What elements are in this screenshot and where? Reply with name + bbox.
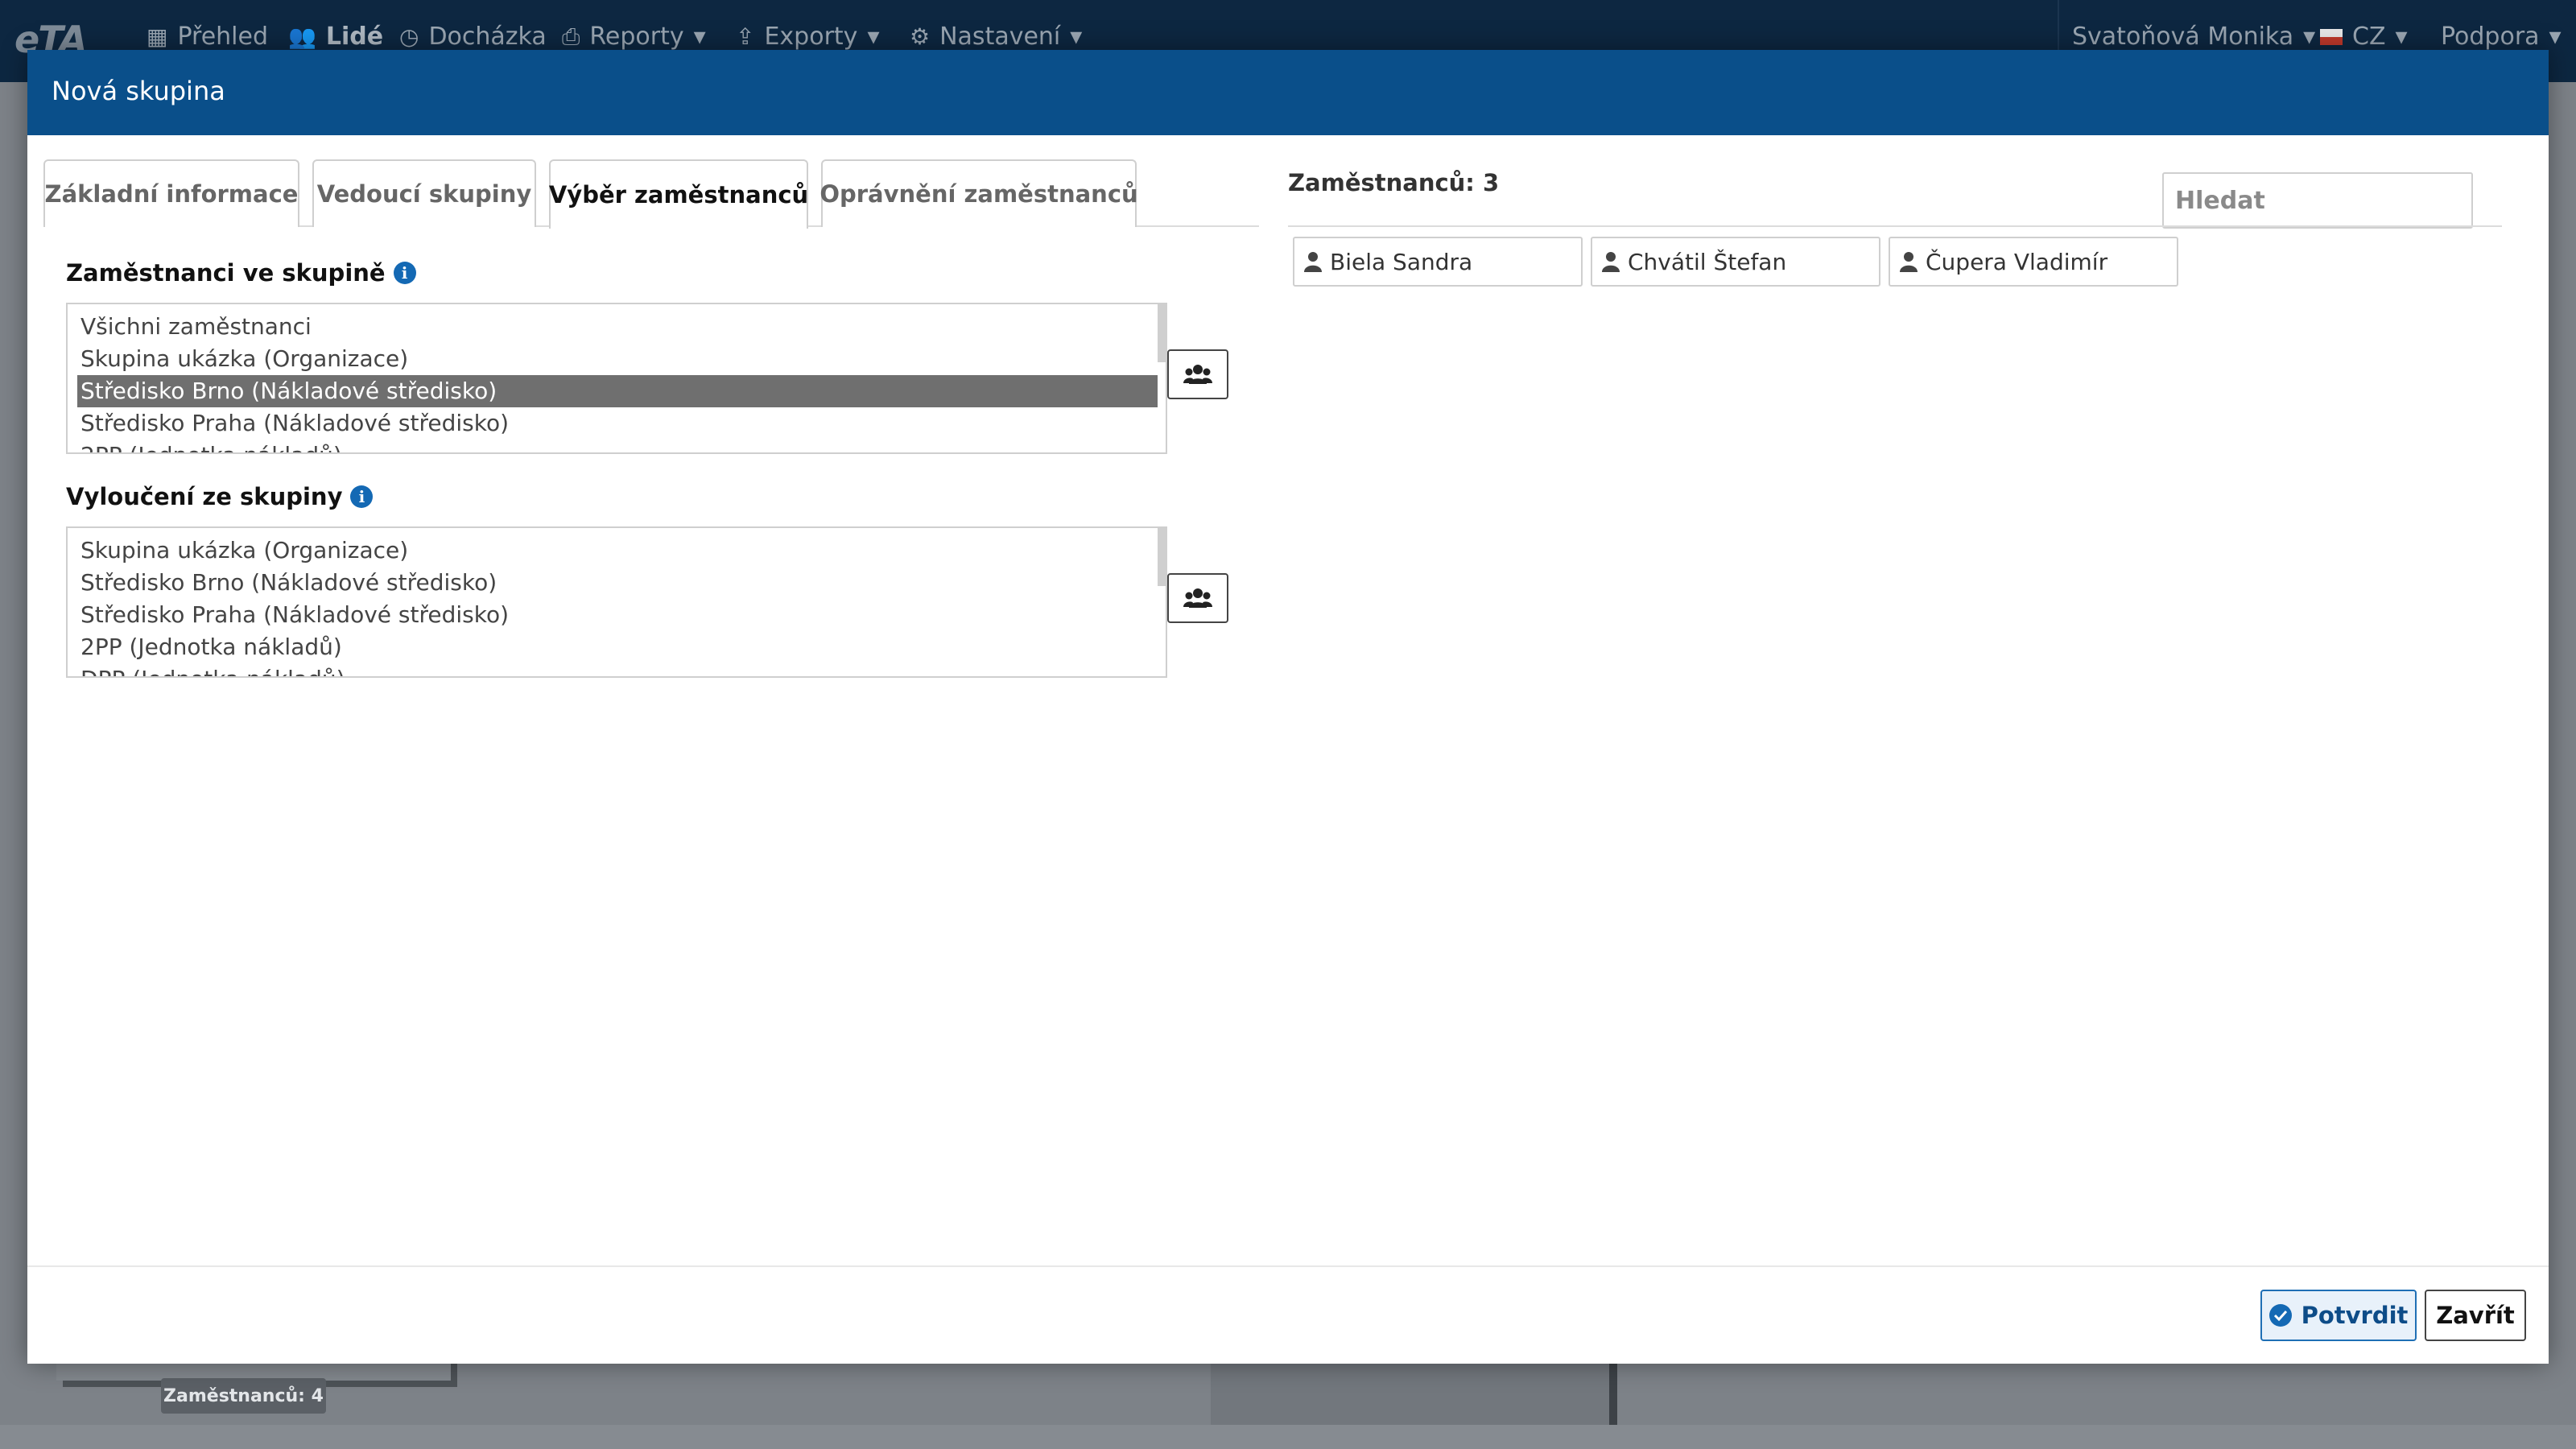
tab-employee-permissions[interactable]: Oprávnění zaměstnanců — [819, 159, 1138, 227]
list-option[interactable]: Středisko Praha (Nákladové středisko) — [68, 599, 1166, 631]
background-employee-count-badge: Zaměstnanců: 4 — [161, 1378, 326, 1414]
employee-name: Biela Sandra — [1330, 248, 1473, 275]
list-option[interactable]: Středisko Brno (Nákladové středisko) — [68, 567, 1166, 599]
language-label: CZ — [2352, 23, 2386, 51]
list-option[interactable]: DPP (Jednotka nákladů) — [68, 663, 1166, 676]
gear-icon: ⚙ — [910, 23, 931, 50]
scrollbar-thumb[interactable] — [1158, 528, 1166, 586]
info-icon[interactable]: i — [350, 485, 374, 508]
support-label: Podpora — [2441, 23, 2540, 51]
background-footer-strip — [0, 1425, 2576, 1449]
employee-name: Čupera Vladimír — [1926, 248, 2108, 275]
excluded-listbox[interactable]: Skupina ukázka (Organizace) Středisko Br… — [66, 526, 1167, 678]
excluded-label-text: Vyloučení ze skupiny — [66, 483, 343, 510]
included-label: Zaměstnanci ve skupině i — [66, 259, 416, 287]
chevron-down-icon: ▾ — [1070, 23, 1083, 51]
employee-chip[interactable]: Čupera Vladimír — [1889, 237, 2178, 287]
employee-name: Chvátil Štefan — [1628, 248, 1787, 275]
scrollbar-thumb[interactable] — [1158, 304, 1166, 362]
flag-icon — [2320, 28, 2343, 45]
nav-item-settings[interactable]: ⚙ Nastavení ▾ — [910, 23, 1082, 51]
employee-search-input[interactable] — [2162, 172, 2473, 229]
modal-body: Základní informace Vedoucí skupiny Výběr… — [27, 135, 2549, 1265]
print-icon: ⎙ — [562, 23, 580, 50]
employee-count: Zaměstnanců: 3 — [1288, 169, 1500, 196]
nav-label: Přehled — [177, 23, 269, 51]
list-option[interactable]: Středisko Praha (Nákladové středisko) — [68, 407, 1166, 440]
users-icon — [1183, 365, 1212, 384]
nav-item-overview[interactable]: ▦ Přehled — [147, 23, 268, 51]
chevron-down-icon: ▾ — [2303, 23, 2316, 51]
confirm-label: Potvrdit — [2301, 1302, 2409, 1329]
support-menu[interactable]: Podpora ▾ — [2441, 23, 2562, 51]
grid-icon: ▦ — [147, 23, 168, 50]
nav-item-exports[interactable]: ⇪ Exporty ▾ — [736, 23, 880, 51]
list-option[interactable]: Skupina ukázka (Organizace) — [68, 535, 1166, 567]
nav-label: Lidé — [325, 23, 384, 51]
list-option-selected[interactable]: Středisko Brno (Nákladové středisko) — [77, 375, 1158, 407]
employee-chip[interactable]: Chvátil Štefan — [1591, 237, 1880, 287]
chevron-down-icon: ▾ — [2395, 23, 2408, 51]
user-icon — [1304, 252, 1322, 272]
nav-item-reports[interactable]: ⎙ Reporty ▾ — [562, 23, 706, 51]
employee-chip[interactable]: Biela Sandra — [1293, 237, 1583, 287]
users-icon — [1183, 588, 1212, 608]
check-circle-icon — [2268, 1304, 2292, 1327]
nav-label: Exporty — [764, 23, 858, 51]
list-option[interactable]: Skupina ukázka (Organizace) — [68, 343, 1166, 375]
export-icon: ⇪ — [736, 23, 755, 50]
clock-icon: ◷ — [399, 23, 419, 50]
tab-employee-selection[interactable]: Výběr zaměstnanců — [549, 159, 808, 229]
chevron-down-icon: ▾ — [693, 23, 706, 51]
divider — [1288, 225, 2502, 227]
info-icon[interactable]: i — [393, 262, 416, 284]
modal-header: Nová skupina — [27, 50, 2549, 135]
modal-title: Nová skupina — [52, 76, 225, 106]
close-button[interactable]: Zavřít — [2425, 1290, 2526, 1341]
users-icon: 👥 — [288, 23, 316, 50]
nav-item-people[interactable]: 👥 Lidé — [288, 23, 383, 51]
included-listbox[interactable]: Všichni zaměstnanci Skupina ukázka (Orga… — [66, 303, 1167, 454]
nav-label: Reporty — [589, 23, 684, 51]
tab-basic-info[interactable]: Základní informace — [43, 159, 299, 227]
list-option[interactable]: 2PP (Jednotka nákladů) — [68, 631, 1166, 663]
nav-label: Nastavení — [939, 23, 1061, 51]
background-panel — [1211, 1360, 1617, 1425]
chevron-down-icon: ▾ — [867, 23, 880, 51]
user-menu[interactable]: Svatoňová Monika ▾ — [2072, 23, 2315, 51]
nav-item-attendance[interactable]: ◷ Docházka — [399, 23, 547, 51]
chevron-down-icon: ▾ — [2549, 23, 2562, 51]
user-name: Svatoňová Monika — [2072, 23, 2294, 51]
tab-bar: Základní informace Vedoucí skupiny Výběr… — [43, 159, 1259, 229]
nav-label: Docházka — [428, 23, 547, 51]
modal-footer: Potvrdit Zavřít — [27, 1265, 2549, 1364]
tab-group-leaders[interactable]: Vedoucí skupiny — [312, 159, 536, 227]
list-option[interactable]: 2PP (Jednotka nákladů) — [68, 440, 1166, 452]
excluded-label: Vyloučení ze skupiny i — [66, 483, 374, 510]
select-excluded-groups-button[interactable] — [1167, 573, 1228, 623]
new-group-modal: Nová skupina Základní informace Vedoucí … — [27, 50, 2549, 1364]
included-label-text: Zaměstnanci ve skupině — [66, 259, 386, 287]
user-icon — [1900, 252, 1918, 272]
select-groups-button[interactable] — [1167, 349, 1228, 399]
list-option[interactable]: Všichni zaměstnanci — [68, 311, 1166, 343]
language-menu[interactable]: CZ ▾ — [2320, 23, 2408, 51]
user-icon — [1602, 252, 1620, 272]
confirm-button[interactable]: Potvrdit — [2260, 1290, 2417, 1341]
